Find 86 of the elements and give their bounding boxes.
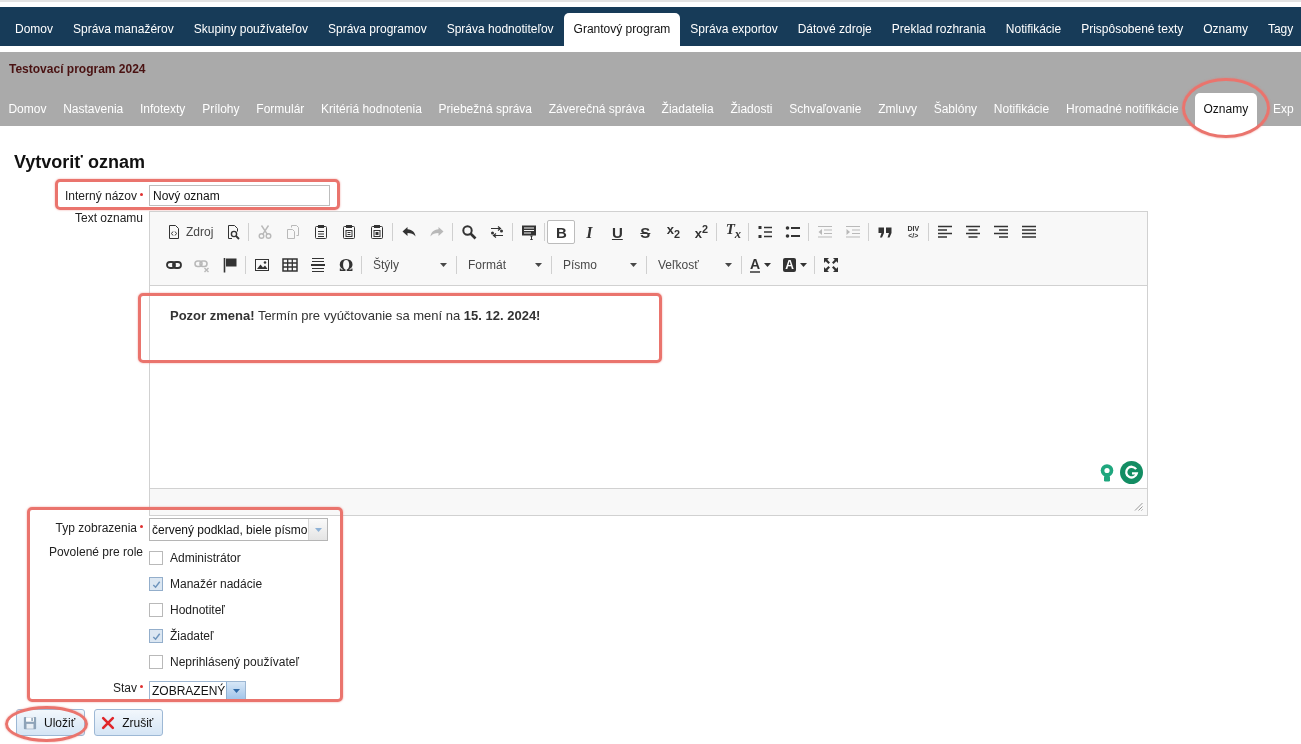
checkbox[interactable] xyxy=(149,655,163,669)
toolbar-dropdown[interactable]: Formát xyxy=(459,253,550,277)
superscript-button[interactable]: x$^{2}$ xyxy=(687,220,716,244)
announcement-text: Pozor zmena! Termín pre vyúčtovanie sa mení na 15. 12. 2024! xyxy=(170,308,541,324)
cross-icon xyxy=(101,715,116,730)
nav-tab[interactable]: Správa programov xyxy=(317,13,437,46)
name-input[interactable]: Nový oznam xyxy=(149,185,330,206)
nav-tab[interactable]: Grantový program xyxy=(563,13,681,46)
nav-tab[interactable]: Dátové zdroje xyxy=(787,13,882,46)
save-button[interactable]: Uložiť xyxy=(16,709,86,736)
document-lines-icon xyxy=(521,224,538,240)
caret-icon xyxy=(764,263,772,267)
nav-tab[interactable]: Domov xyxy=(5,13,63,46)
maximize-icon xyxy=(822,257,839,273)
nav-tab[interactable]: Skupiny používateľov xyxy=(183,13,318,46)
nav-tab[interactable]: Prispôsobené texty xyxy=(1071,13,1194,46)
text-color-button[interactable]: A xyxy=(744,253,778,277)
program-title: Testovací program 2024 xyxy=(9,62,146,76)
numbered-list-icon xyxy=(757,224,774,240)
bg-color-button[interactable]: A xyxy=(777,253,813,277)
caret-icon xyxy=(535,263,542,267)
clipboard-icon xyxy=(369,224,386,240)
role-label[interactable]: Administrátor xyxy=(170,551,241,565)
copy-icon xyxy=(285,224,302,240)
lightbulb-icon xyxy=(1100,463,1114,482)
role-label[interactable]: Neprihlásený používateľ xyxy=(170,655,299,669)
strike-button[interactable]: S xyxy=(631,220,660,244)
nav-tab[interactable]: Notifikácie xyxy=(995,13,1072,46)
checkbox[interactable] xyxy=(149,551,163,565)
image-icon xyxy=(254,257,270,273)
checkbox[interactable] xyxy=(149,577,163,591)
scissors-icon xyxy=(257,224,274,240)
toolbar-dropdown[interactable]: Písmo xyxy=(554,253,645,277)
clipboard-icon xyxy=(313,224,330,240)
field-label: Typ zobrazenia xyxy=(55,521,137,535)
checkbox[interactable] xyxy=(149,629,163,643)
replace-icon xyxy=(489,224,506,240)
align-right-icon xyxy=(993,224,1010,240)
resize-grip-icon[interactable] xyxy=(1134,502,1143,511)
nav-tab[interactable]: Tagy xyxy=(1257,13,1301,46)
horizontal-lines-icon xyxy=(310,257,326,273)
checkbox[interactable] xyxy=(149,603,163,617)
special-char-button[interactable]: Ω xyxy=(332,253,360,277)
field-label: Povolené pre role xyxy=(48,545,143,559)
nav-tab[interactable]: Preklad rozhrania xyxy=(881,13,996,46)
cancel-button[interactable]: Zrušiť xyxy=(94,709,164,736)
field-label: Interný názov xyxy=(64,189,137,203)
table-icon xyxy=(282,257,298,273)
unlink-icon xyxy=(194,257,210,273)
nav-tab[interactable]: Správa exportov xyxy=(680,13,788,46)
caret-icon xyxy=(799,263,807,267)
role-label[interactable]: Hodnotiteľ xyxy=(170,603,225,617)
italic-button[interactable]: I xyxy=(575,220,604,244)
justify-icon xyxy=(1021,224,1038,240)
outdent-icon xyxy=(817,224,834,240)
page-magnifier-icon xyxy=(225,224,242,240)
field-label: Stav xyxy=(113,681,137,695)
caret-icon xyxy=(725,263,732,267)
flag-icon xyxy=(222,257,238,273)
bold-button[interactable]: B xyxy=(547,220,576,244)
field-label: Text oznamu xyxy=(74,211,143,225)
caret-icon xyxy=(440,263,447,267)
align-center-icon xyxy=(965,224,982,240)
align-left-icon xyxy=(937,224,954,240)
nav-tab[interactable]: Oznamy xyxy=(1193,13,1258,46)
bulleted-list-icon xyxy=(785,224,802,240)
status-select[interactable]: ZOBRAZENÝ xyxy=(149,681,246,701)
caret-icon xyxy=(630,263,637,267)
display-type-select[interactable]: červený podklad, biele písmo xyxy=(149,518,328,541)
underline-button[interactable]: U xyxy=(603,220,632,244)
indent-icon xyxy=(845,224,862,240)
program-tab[interactable]: Oznamy xyxy=(1195,93,1257,126)
source-code-icon xyxy=(166,224,182,240)
nav-tab[interactable]: Správa manažérov xyxy=(63,13,184,46)
toolbar-dropdown[interactable]: Veľkosť xyxy=(649,253,740,277)
page-title: Vytvoriť oznam xyxy=(14,151,145,173)
circle-logo-icon xyxy=(1120,461,1143,484)
clipboard-icon xyxy=(341,224,358,240)
role-label[interactable]: Manažér nadácie xyxy=(170,577,263,591)
nav-tab[interactable]: Správa hodnotiteľov xyxy=(436,13,564,46)
search-icon xyxy=(461,224,478,240)
role-label[interactable]: Žiadateľ xyxy=(170,629,214,643)
source-button[interactable]: Zdroj xyxy=(160,220,220,244)
toolbar-dropdown[interactable]: Štýly xyxy=(364,253,455,277)
remove-format-button[interactable]: T$_{x}$ xyxy=(719,220,748,244)
subscript-button[interactable]: x$_{2}$ xyxy=(659,220,688,244)
